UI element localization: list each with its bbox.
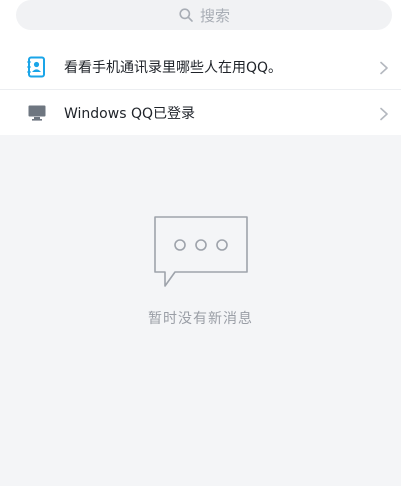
search-placeholder: 搜索 bbox=[199, 6, 230, 25]
notification-list: 看看手机通讯录里哪些人在用QQ。 Windows QQ已登录 bbox=[0, 44, 401, 135]
empty-state: 暂时没有新消息 bbox=[0, 214, 401, 328]
list-item-label: Windows QQ已登录 bbox=[64, 105, 195, 122]
chevron-right-icon bbox=[379, 60, 389, 74]
chevron-right-icon bbox=[379, 106, 389, 120]
empty-state-message: 暂时没有新消息 bbox=[148, 311, 253, 327]
search-area: 搜索 bbox=[0, 0, 401, 44]
search-icon bbox=[178, 7, 194, 23]
list-item-contacts[interactable]: 看看手机通讯录里哪些人在用QQ。 bbox=[0, 44, 401, 89]
chat-bubble-icon bbox=[151, 214, 251, 294]
search-bar[interactable]: 搜索 bbox=[16, 0, 392, 30]
list-item-label: 看看手机通讯录里哪些人在用QQ。 bbox=[64, 59, 283, 76]
desktop-monitor-icon bbox=[26, 102, 48, 124]
contacts-book-icon bbox=[26, 56, 48, 78]
list-item-windows-qq[interactable]: Windows QQ已登录 bbox=[0, 90, 401, 135]
